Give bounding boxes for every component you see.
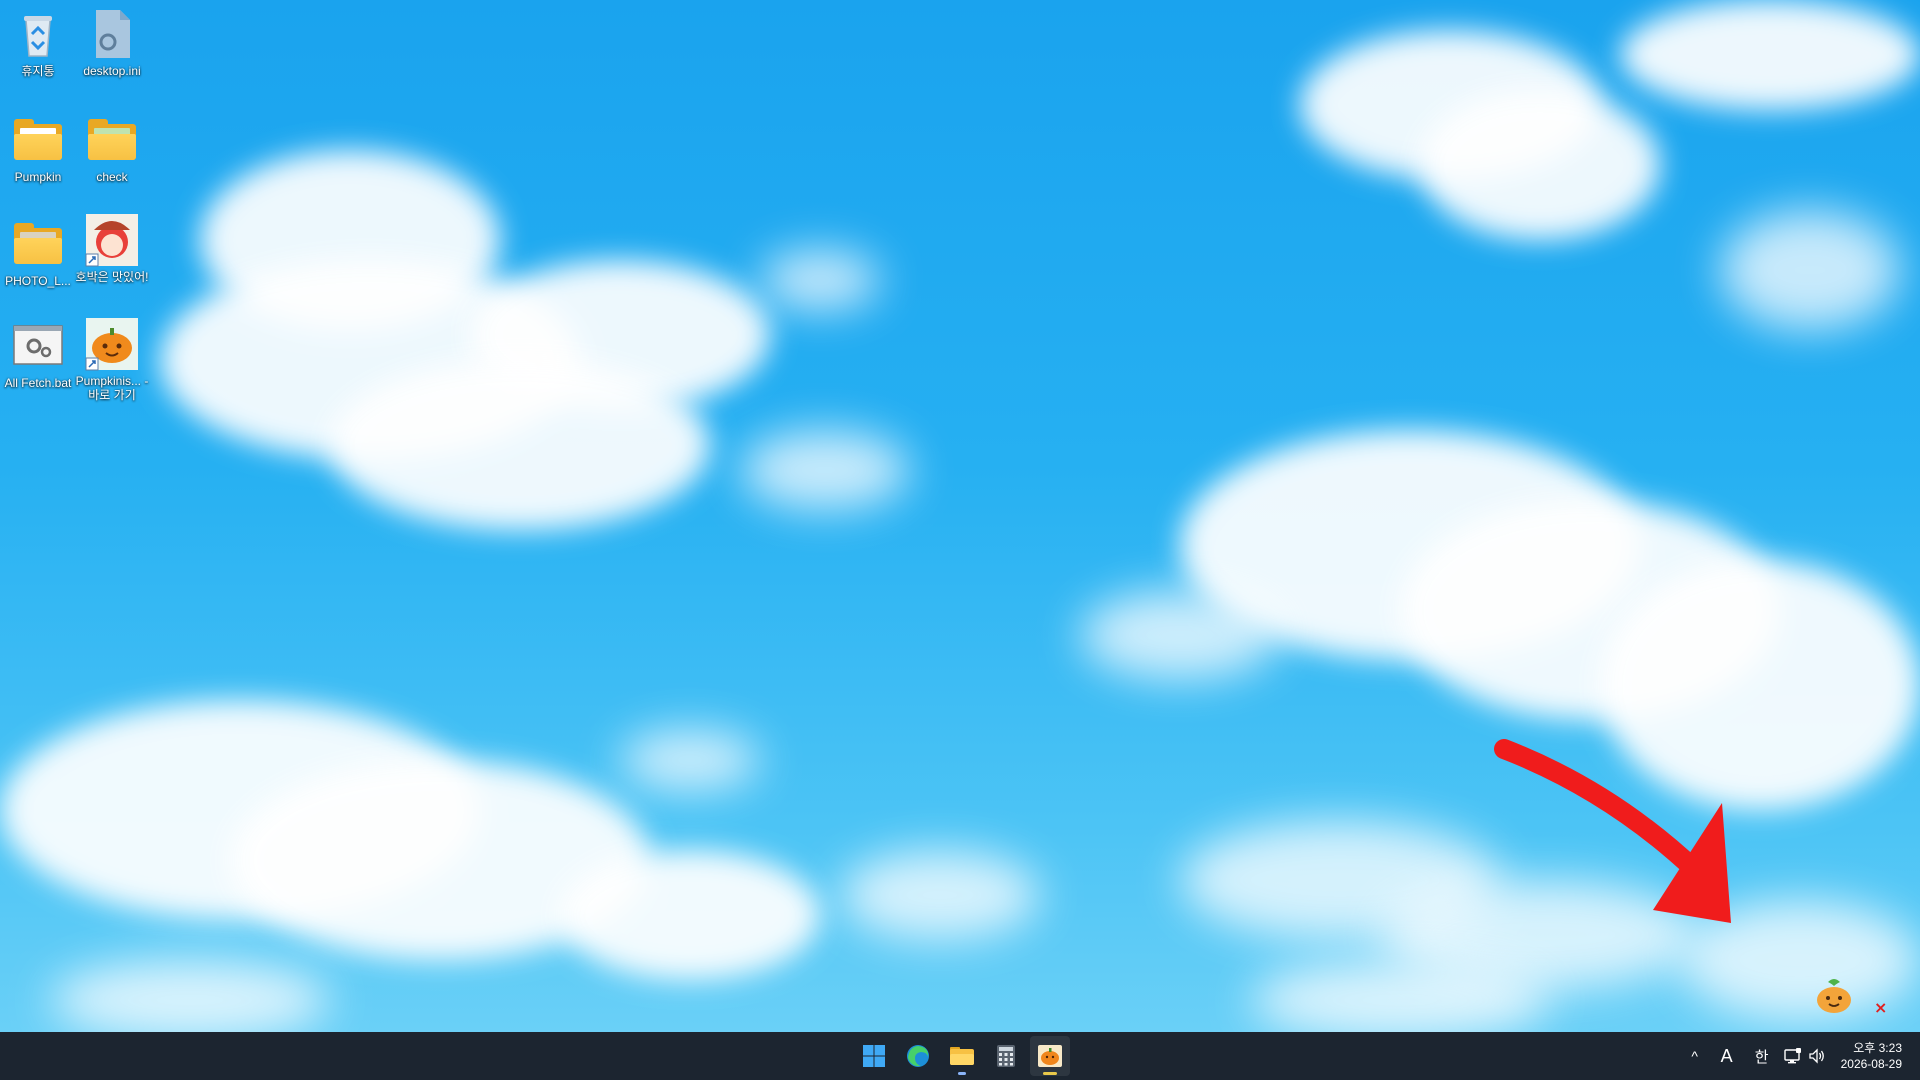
tray-network-volume[interactable] xyxy=(1779,1032,1831,1080)
folder-icon xyxy=(84,112,140,168)
desktop-icon-label: All Fetch.bat xyxy=(4,376,72,390)
recycle-bin-icon xyxy=(10,6,66,62)
close-icon[interactable]: × xyxy=(1874,998,1887,1017)
windows-logo-icon xyxy=(863,1045,885,1067)
folder-icon xyxy=(10,112,66,168)
desktop-icon-check-folder[interactable]: check xyxy=(74,112,150,184)
taskbar-apps xyxy=(854,1036,1070,1076)
red-arrow-annotation xyxy=(1494,739,1731,923)
desktop-icon-label: Pumpkinis... - 바로 가기 xyxy=(75,374,149,402)
desktop-icon-label: 호박은 맛있어! xyxy=(75,270,149,284)
ime-language-indicator[interactable]: 한 xyxy=(1745,1032,1779,1080)
desktop-icon-label: 휴지통 xyxy=(21,64,55,78)
calculator-icon xyxy=(997,1045,1015,1067)
batch-file-icon xyxy=(10,318,66,374)
clock-date: 2026-08-29 xyxy=(1840,1057,1902,1071)
clock[interactable]: 오후 3:23 2026-08-29 xyxy=(1831,1032,1920,1080)
pumpkin-mascot-icon xyxy=(1817,979,1851,1013)
taskbar-calculator-button[interactable] xyxy=(986,1036,1026,1076)
folder-icon xyxy=(10,216,66,272)
pumpkin-icon xyxy=(1038,1045,1062,1067)
desktop-icon-photo-folder[interactable]: PHOTO_L... xyxy=(0,216,76,288)
running-indicator xyxy=(958,1072,966,1075)
pumpkin-shortcut-icon xyxy=(84,316,140,372)
taskbar-pumpkin-app-button[interactable] xyxy=(1030,1036,1070,1076)
desktop-icon-all-fetch-bat[interactable]: All Fetch.bat xyxy=(0,318,76,390)
desktop-icon-pumpkin-shortcut[interactable]: Pumpkinis... - 바로 가기 xyxy=(74,316,150,402)
desktop-icon-label: check xyxy=(96,170,128,184)
clock-time: 오후 3:23 xyxy=(1853,1041,1902,1055)
desktop-icon-label: desktop.ini xyxy=(83,64,141,78)
taskbar: ^ A 한 오후 3:23 2026-08-29 xyxy=(0,1032,1920,1080)
desktop-icon-label: PHOTO_L... xyxy=(5,274,71,288)
ime-mode-indicator[interactable]: A xyxy=(1709,1032,1745,1080)
running-indicator xyxy=(1043,1072,1057,1075)
desktop-icon-label: Pumpkin xyxy=(14,170,62,184)
desktop-icon-desktop-ini[interactable]: desktop.ini xyxy=(74,6,150,78)
taskbar-file-explorer-button[interactable] xyxy=(942,1036,982,1076)
pumpkin-mascot-widget[interactable] xyxy=(1814,976,1854,1016)
network-icon xyxy=(1783,1048,1801,1064)
desktop[interactable]: 휴지통 desktop.ini Pumpkin check PHOTO_L... xyxy=(0,0,1920,1032)
anime-girl-shortcut-icon xyxy=(84,212,140,268)
desktop-icon-anime-shortcut[interactable]: 호박은 맛있어! xyxy=(74,212,150,284)
desktop-icon-recycle-bin[interactable]: 휴지통 xyxy=(0,6,76,78)
start-button[interactable] xyxy=(854,1036,894,1076)
taskbar-edge-button[interactable] xyxy=(898,1036,938,1076)
edge-icon xyxy=(907,1045,929,1067)
desktop-icon-pumpkin-folder[interactable]: Pumpkin xyxy=(0,112,76,184)
settings-file-icon xyxy=(84,6,140,62)
volume-icon xyxy=(1808,1048,1824,1064)
folder-icon xyxy=(950,1047,974,1065)
chevron-up-icon[interactable]: ^ xyxy=(1681,1032,1709,1080)
system-tray: ^ A 한 오후 3:23 2026-08-29 xyxy=(1681,1032,1920,1080)
